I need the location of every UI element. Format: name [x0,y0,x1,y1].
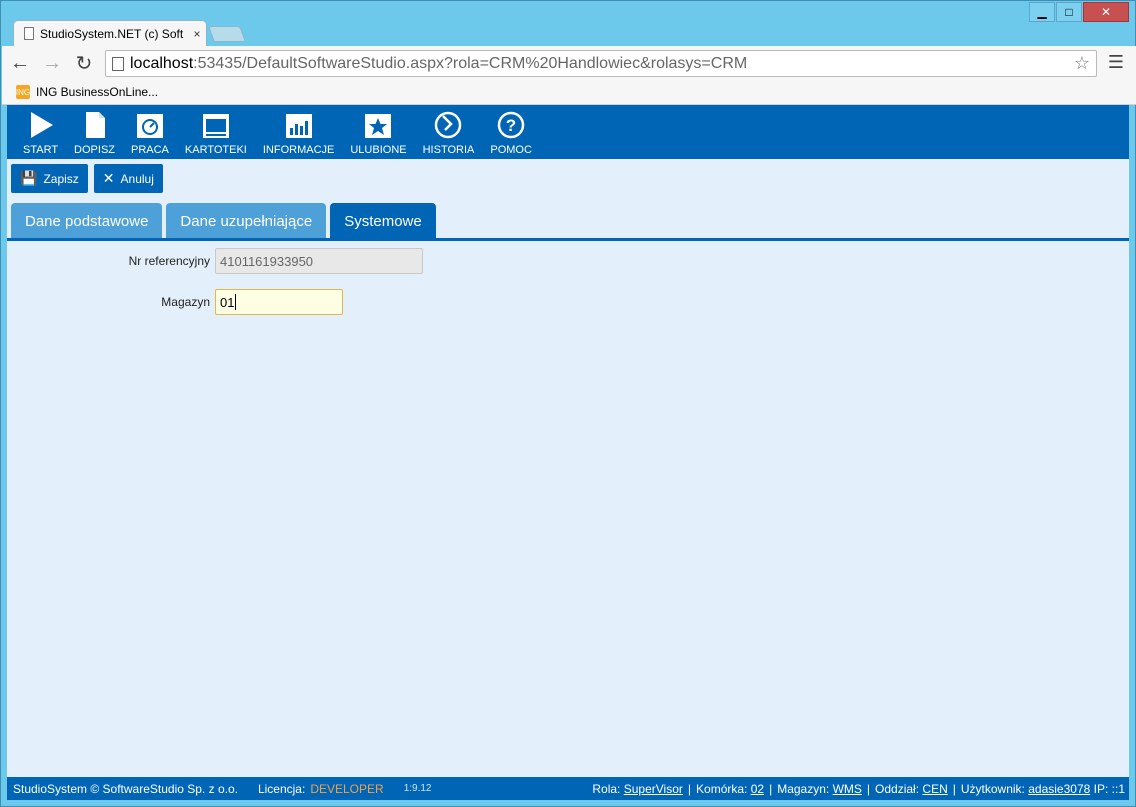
branch-label: Oddział: [875,781,920,796]
browser-toolbar: ← → ↻ localhost:53435/DefaultSoftwareStu… [2,46,1136,80]
ribbon-label: KARTOTEKI [184,144,247,156]
warehouse-label: Magazyn: [777,781,830,796]
ribbon-label: POMOC [490,144,532,156]
footer-info: Rola: SuperVisor | Komórka: 02 | Magazyn: … [592,781,1125,796]
gauge-icon [135,110,165,140]
magazyn-value: 01 [220,294,235,310]
url-path: :53435/DefaultSoftwareStudio.aspx?rola=C… [193,54,748,72]
ribbon-dopisz[interactable]: DOPISZ [66,105,123,159]
app-area: START DOPISZ PRACA KARTOTEKI INFORMACJE … [7,105,1129,800]
version: 1:9.12 [403,783,432,794]
user-link[interactable]: adasie3078 [1028,782,1090,796]
ref-label: Nr referencyjny [128,254,210,268]
ribbon-historia[interactable]: HISTORIA [415,105,483,159]
new-tab-button[interactable] [208,26,246,42]
ribbon-label: PRACA [131,144,169,156]
role-link[interactable]: SuperVisor [624,782,683,796]
close-window-button[interactable]: ✕ [1083,2,1129,22]
ref-field: 4101161933950 [215,248,423,274]
status-footer: StudioSystem © SoftwareStudio Sp. z o.o.… [7,777,1129,800]
forward-icon[interactable]: → [38,49,66,77]
main-ribbon: START DOPISZ PRACA KARTOTEKI INFORMACJE … [7,105,1129,159]
ribbon-praca[interactable]: PRACA [123,105,177,159]
footer-copyright: StudioSystem © SoftwareStudio Sp. z o.o. [13,781,238,796]
back-icon[interactable]: ← [6,49,34,77]
ribbon-pomoc[interactable]: ? POMOC [482,105,540,159]
save-label: Zapisz [43,171,79,186]
ribbon-label: ULUBIONE [350,144,407,156]
cell-link[interactable]: 02 [751,782,764,796]
bookmarks-bar: ING ING BusinessOnLine... [2,80,1136,105]
cancel-label: Anuluj [120,171,154,186]
minimize-button[interactable]: ▁ [1029,2,1055,22]
ribbon-label: START [23,144,59,156]
branch-link[interactable]: CEN [922,782,947,796]
tab-title: StudioSystem.NET (c) Soft [40,26,184,41]
ip-value: ::1 [1111,781,1125,796]
svg-text:?: ? [506,116,516,135]
action-bar: 💾 Zapisz ✕ Anuluj [11,164,169,193]
close-icon: ✕ [102,170,115,186]
ribbon-ulubione[interactable]: ULUBIONE [342,105,414,159]
url-host: localhost [130,54,194,72]
user-label: Użytkownik: [960,781,1025,796]
reload-icon[interactable]: ↻ [70,49,98,77]
document-icon [80,110,110,140]
floppy-icon: 💾 [20,170,38,186]
bookmark-ing[interactable]: ING BusinessOnLine... [36,85,158,99]
page-icon [24,27,34,40]
ing-bookmark-icon: ING [16,85,30,99]
ip-label: IP: [1093,781,1109,796]
tab-dane-uzupelniajace[interactable]: Dane uzupełniające [166,203,327,239]
tab-dane-podstawowe[interactable]: Dane podstawowe [11,203,163,239]
ribbon-kartoteki[interactable]: KARTOTEKI [177,105,255,159]
history-icon [433,110,463,140]
browser-tab[interactable]: StudioSystem.NET (c) Soft × [13,20,207,46]
page-icon [112,56,124,71]
menu-icon[interactable]: ☰ [1108,52,1124,73]
form-tabs: Dane podstawowe Dane uzupełniające Syste… [11,203,440,239]
role-label: Rola: [592,781,621,796]
magazyn-field[interactable]: 01 [215,289,343,315]
licence-value: DEVELOPER [310,781,384,796]
help-icon: ? [496,110,526,140]
window-controls: ▁ □ ✕ [1028,2,1129,22]
star-icon [363,110,393,140]
ribbon-start[interactable]: START [15,105,66,159]
magazyn-row: Magazyn 01 [7,289,343,315]
tab-systemowe[interactable]: Systemowe [330,203,436,239]
window-icon [201,110,231,140]
warehouse-link[interactable]: WMS [833,782,862,796]
ref-row: Nr referencyjny 4101161933950 [7,248,423,274]
magazyn-label: Magazyn [161,295,210,309]
maximize-button[interactable]: □ [1056,2,1082,22]
bookmark-star-icon[interactable]: ☆ [1074,53,1090,74]
play-icon [26,110,56,140]
ribbon-label: HISTORIA [422,144,475,156]
licence-label: Licencja: [257,781,306,796]
ribbon-label: INFORMACJE [262,144,335,156]
save-button[interactable]: 💾 Zapisz [11,164,88,193]
cell-label: Komórka: [696,781,748,796]
text-caret [235,294,237,310]
address-bar[interactable]: localhost:53435/DefaultSoftwareStudio.as… [105,50,1097,77]
close-tab-icon[interactable]: × [188,27,206,41]
tab-underline [7,238,1129,241]
cancel-button[interactable]: ✕ Anuluj [93,164,163,193]
ribbon-informacje[interactable]: INFORMACJE [255,105,343,159]
browser-window: ▁ □ ✕ StudioSystem.NET (c) Soft × ← → ↻ … [0,0,1136,807]
ribbon-label: DOPISZ [74,144,115,156]
chart-icon [284,110,314,140]
